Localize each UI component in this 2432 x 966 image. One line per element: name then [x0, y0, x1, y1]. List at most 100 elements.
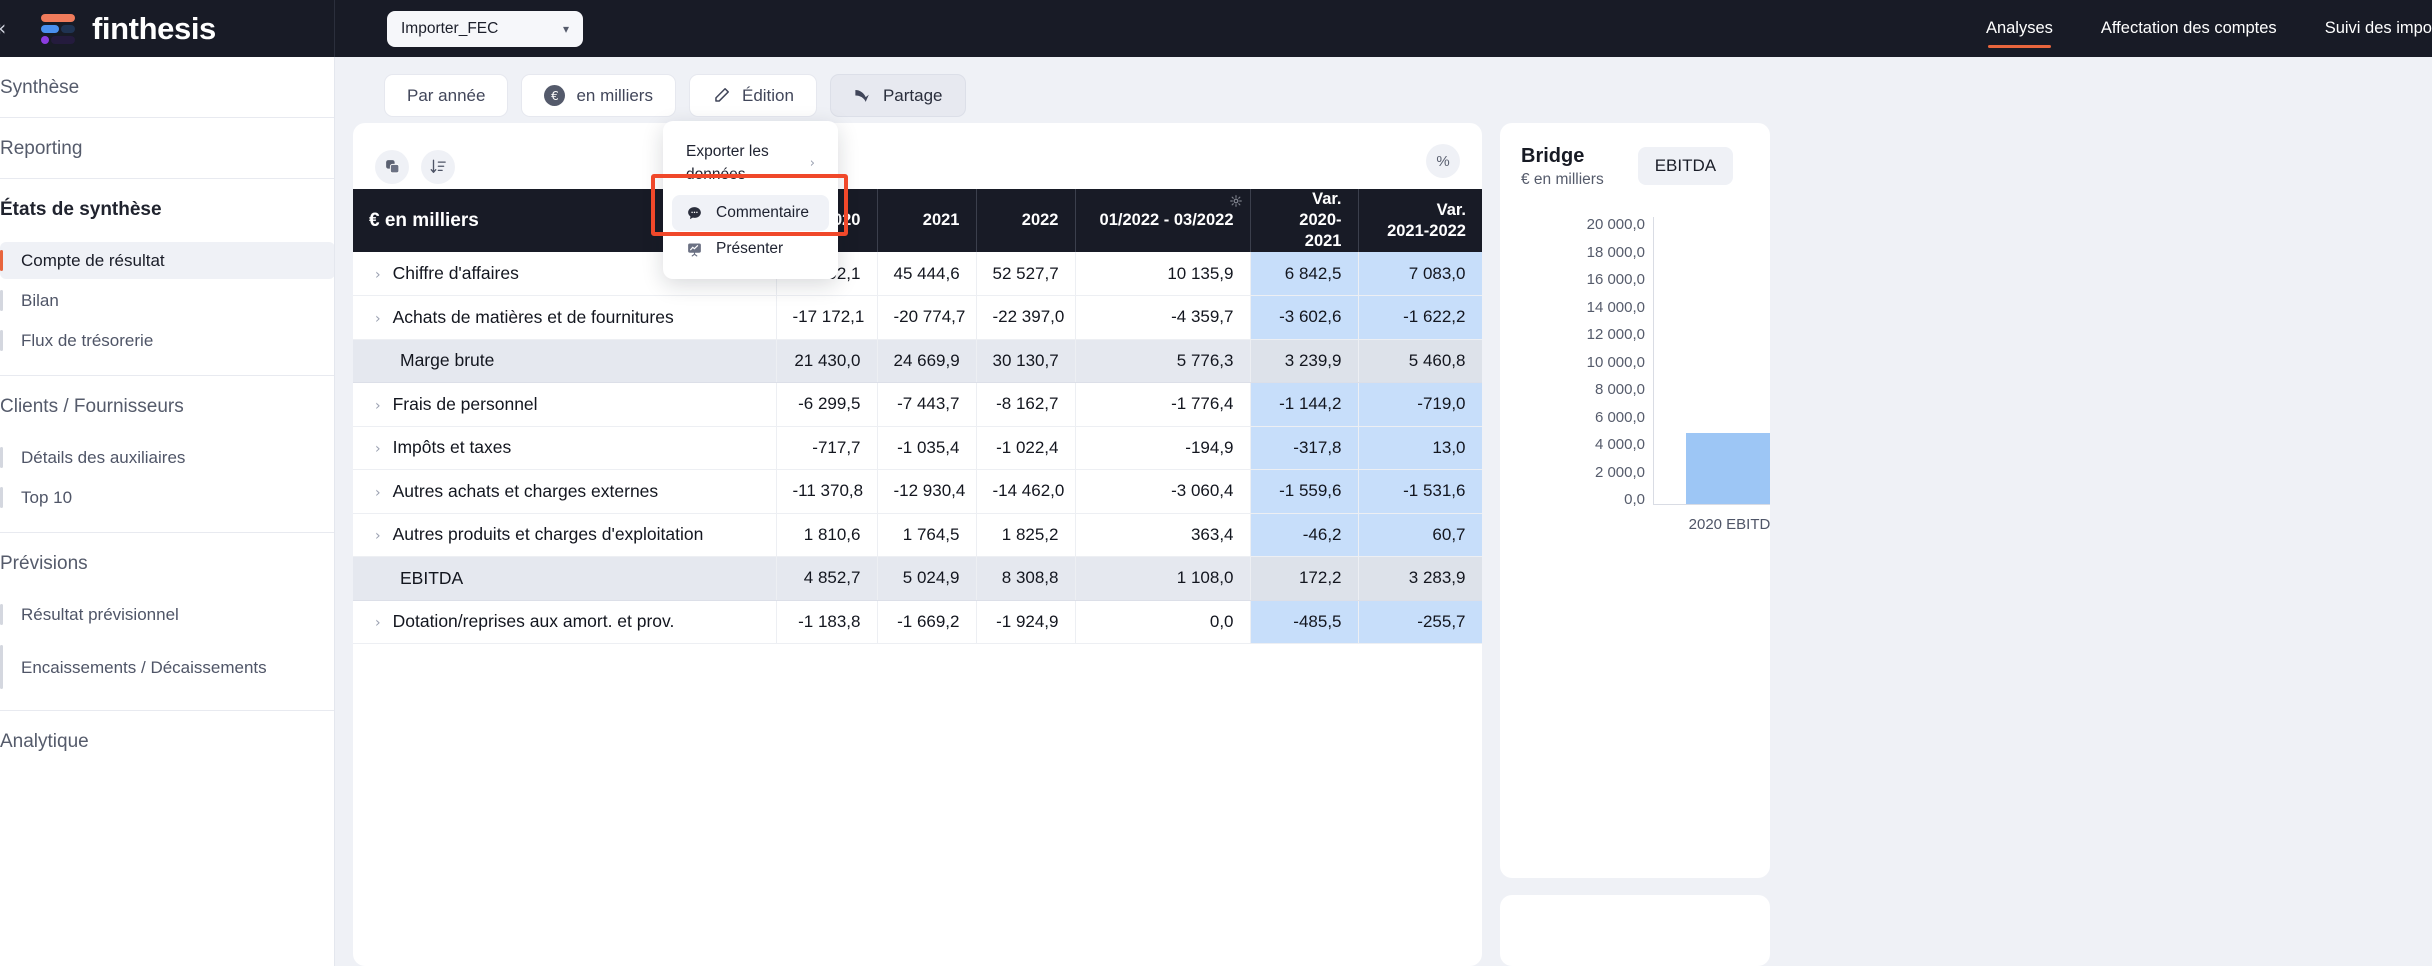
expand-caret-icon[interactable]: ›	[375, 441, 381, 457]
edition-label: Édition	[741, 85, 794, 105]
table-row-total[interactable]: EBITDA 4 852,7 5 024,9 8 308,8 1 108,0 1…	[353, 556, 1482, 601]
income-statement-table: € en milliers 2020 2021 2022 01/2022 - 0…	[353, 189, 1482, 644]
active-marker	[0, 250, 3, 271]
cell-var-2020-2021: 172,2	[1250, 556, 1359, 601]
sidebar-item-resultat-previsionnel[interactable]: Résultat prévisionnel	[0, 596, 334, 633]
cell-2022: -14 462,0	[976, 469, 1076, 514]
sidebar-item-label: Flux de trésorerie	[21, 330, 154, 350]
en-milliers-button[interactable]: € en milliers	[521, 74, 676, 117]
cell-var-2020-2021: -317,8	[1250, 426, 1359, 470]
sidebar-group-reporting[interactable]: Reporting	[0, 118, 334, 178]
nav-item-suivi-des-imports[interactable]: Suivi des impo	[2325, 0, 2432, 57]
table-row[interactable]: › Autres achats et charges externes -11 3…	[353, 469, 1482, 514]
row-label: Achats de matières et de fournitures	[392, 306, 674, 327]
nav-item-affectation-des-comptes[interactable]: Affectation des comptes	[2101, 0, 2277, 57]
table-row[interactable]: › Frais de personnel -6 299,5 -7 443,7 -8…	[353, 382, 1482, 427]
menu-item-exporter-les-donnees[interactable]: Exporter les données ›	[672, 131, 829, 195]
cell-period: 363,4	[1075, 513, 1251, 557]
bridge-header: Bridge € en milliers EBITDA	[1500, 123, 1770, 189]
bridge-metric-chip[interactable]: EBITDA	[1637, 147, 1734, 185]
cell-2021: -12 930,4	[877, 469, 977, 514]
sidebar-item-flux-de-tresorerie[interactable]: Flux de trésorerie	[0, 322, 334, 359]
column-header-2022[interactable]: 2022	[976, 189, 1076, 252]
menu-item-commentaire[interactable]: Commentaire	[672, 195, 829, 231]
column-header-2021[interactable]: 2021	[877, 189, 977, 252]
table-row[interactable]: › Autres produits et charges d'exploitati…	[353, 513, 1482, 557]
cell-var-2020-2021: 3 239,9	[1250, 339, 1359, 383]
menu-item-commentaire-label: Commentaire	[716, 204, 810, 221]
column-header-period[interactable]: 01/2022 - 03/2022	[1075, 189, 1251, 252]
item-marker	[0, 604, 3, 625]
row-label: Autres achats et charges externes	[392, 480, 659, 501]
sort-descending-icon[interactable]	[421, 149, 455, 184]
y-tick: 4 000,0	[1594, 436, 1645, 453]
y-tick: 16 000,0	[1586, 271, 1645, 288]
nav-item-analyses-label: Analyses	[1985, 19, 2053, 37]
project-selector[interactable]: Importer_FEC ▾	[387, 10, 583, 47]
y-tick: 10 000,0	[1586, 353, 1645, 371]
sidebar-item-top-10[interactable]: Top 10	[0, 479, 334, 516]
cell-2021: 1 764,5	[877, 513, 977, 557]
gear-icon[interactable]	[1229, 195, 1242, 207]
par-annee-button[interactable]: Par année	[384, 74, 509, 117]
cell-2022: 52 527,7	[976, 252, 1076, 296]
cell-2020: -1 183,8	[776, 600, 878, 644]
sidebar-item-label: Top 10	[21, 487, 73, 507]
table-row[interactable]: ›Chiffre d'affaires 38 602,1 45 444,6 52…	[353, 252, 1482, 296]
duplicate-icon[interactable]	[375, 149, 409, 184]
table-row[interactable]: › Impôts et taxes -717,7 -1 035,4 -1 022,…	[353, 426, 1482, 470]
sidebar-group-analytique[interactable]: Analytique	[0, 711, 334, 771]
brand-name: finthesis	[92, 10, 216, 46]
expand-caret-icon[interactable]: ›	[375, 485, 381, 501]
expand-caret-icon[interactable]: ›	[375, 615, 381, 631]
cell-2021: 24 669,9	[877, 339, 977, 383]
cell-period: -1 776,4	[1075, 382, 1251, 427]
menu-item-presenter-label: Présenter	[716, 240, 784, 257]
collapse-sidebar-icon[interactable]: «	[0, 18, 6, 38]
row-label: Autres produits et charges d'exploitatio…	[392, 524, 704, 545]
cell-2021: -20 774,7	[877, 295, 977, 340]
expand-caret-icon[interactable]: ›	[375, 398, 381, 414]
card-toolbar: %	[353, 123, 1482, 189]
expand-caret-icon[interactable]: ›	[375, 267, 381, 283]
row-label-cell[interactable]: › Dotation/reprises aux amort. et prov.	[353, 600, 777, 644]
y-tick: 20 000,0	[1586, 216, 1645, 233]
cell-2022: -8 162,7	[976, 382, 1076, 427]
cell-var-2021-2022: 5 460,8	[1358, 339, 1482, 383]
cell-period: -3 060,4	[1075, 469, 1251, 514]
expand-caret-icon[interactable]: ›	[375, 311, 381, 327]
comment-bubble-icon	[686, 205, 706, 222]
row-label-cell[interactable]: › Autres achats et charges externes	[353, 469, 777, 514]
nav-item-analyses[interactable]: Analyses	[1986, 0, 2053, 57]
row-label-cell[interactable]: › Frais de personnel	[353, 382, 777, 427]
cell-var-2021-2022: 7 083,0	[1358, 252, 1482, 296]
sidebar-item-bilan[interactable]: Bilan	[0, 282, 334, 319]
sidebar-item-details-des-auxiliaires[interactable]: Détails des auxiliaires	[0, 439, 334, 476]
edition-button[interactable]: Édition	[688, 74, 817, 117]
row-label: Impôts et taxes	[392, 437, 512, 458]
item-marker	[0, 645, 3, 689]
partage-button[interactable]: Partage	[829, 74, 966, 117]
row-label-cell[interactable]: › Achats de matières et de fournitures	[353, 295, 777, 340]
table-row-total[interactable]: Marge brute 21 430,0 24 669,9 30 130,7 5…	[353, 339, 1482, 383]
sidebar-item-encaissements-decaissements[interactable]: Encaissements / Décaissements	[0, 636, 334, 698]
menu-item-presenter[interactable]: Présenter	[672, 231, 829, 267]
var-line2: 2020-2021	[1299, 211, 1342, 250]
row-label-cell[interactable]: › Autres produits et charges d'exploitati…	[353, 513, 777, 557]
project-selector-label: Importer_FEC	[401, 19, 499, 37]
row-label: Dotation/reprises aux amort. et prov.	[392, 611, 675, 632]
expand-caret-icon[interactable]: ›	[375, 528, 381, 544]
cell-2022: -1 924,9	[976, 600, 1076, 644]
table-row[interactable]: › Achats de matières et de fournitures -1…	[353, 295, 1482, 340]
column-header-var-2020-2021[interactable]: Var. 2020-2021	[1250, 189, 1359, 252]
sidebar-group-synthese[interactable]: Synthèse	[0, 57, 334, 117]
var-line1: Var.	[1312, 190, 1342, 208]
table-row[interactable]: › Dotation/reprises aux amort. et prov. -…	[353, 600, 1482, 644]
column-header-var-2021-2022[interactable]: Var. 2021-2022	[1358, 189, 1482, 252]
chart-axis-line	[1653, 217, 1654, 504]
row-label-cell[interactable]: › Impôts et taxes	[353, 426, 777, 470]
sidebar-item-compte-de-resultat[interactable]: Compte de résultat	[0, 242, 334, 279]
percent-toggle-button[interactable]: %	[1426, 144, 1460, 178]
chart-bar-2020-ebitda[interactable]	[1686, 433, 1770, 504]
sidebar-group-etats-de-synthese: États de synthèse	[0, 199, 162, 220]
